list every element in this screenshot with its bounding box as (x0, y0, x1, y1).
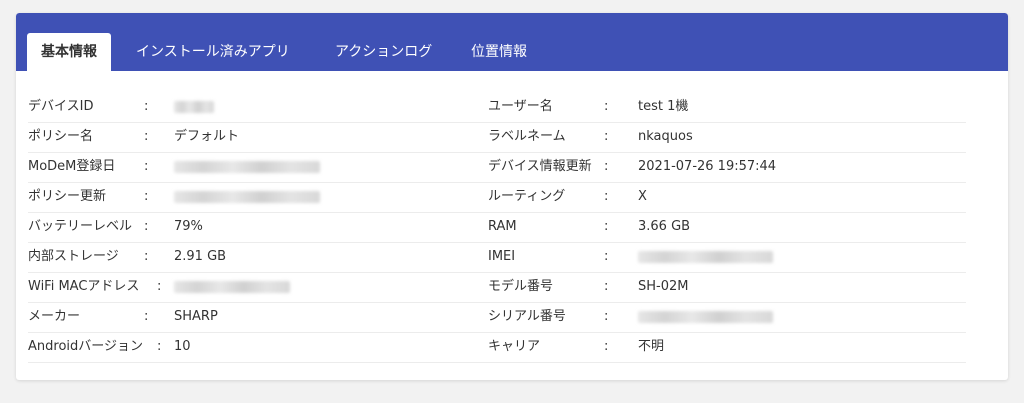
separator: : (604, 219, 609, 234)
field-label: デバイスID (28, 99, 94, 114)
field-label: IMEI (488, 249, 516, 264)
field-label: モデル番号 (488, 279, 554, 294)
field-value: 79% (174, 219, 203, 234)
field-label: 内部ストレージ (28, 249, 119, 264)
field-label: WiFi MACアドレス (28, 279, 140, 294)
field-value: 2021-07-26 19:57:44 (638, 159, 777, 174)
tab-basic-info[interactable]: 基本情報 (27, 33, 111, 71)
field-value: 不明 (638, 339, 665, 354)
field-wifi-mac-address: WiFi MACアドレス : (28, 273, 506, 303)
field-value: test 1機 (638, 99, 689, 114)
field-carrier: キャリア : 不明 (488, 333, 966, 363)
field-label-name: ラベルネーム : nkaquos (488, 123, 966, 153)
field-label: ルーティング (488, 189, 566, 204)
separator: : (157, 339, 162, 354)
field-value: 10 (174, 339, 191, 354)
separator: : (144, 99, 149, 114)
separator: : (604, 99, 609, 114)
field-device-info-update: デバイス情報更新 : 2021-07-26 19:57:44 (488, 153, 966, 183)
separator: : (144, 219, 149, 234)
field-ram: RAM : 3.66 GB (488, 213, 966, 243)
field-label: デバイス情報更新 (488, 159, 592, 174)
separator: : (144, 249, 149, 264)
field-label: シリアル番号 (488, 309, 566, 324)
field-manufacturer: メーカー : SHARP (28, 303, 506, 333)
separator: : (144, 159, 149, 174)
field-policy-update: ポリシー更新 : (28, 183, 506, 213)
separator: : (604, 339, 609, 354)
field-label: ポリシー更新 (28, 189, 107, 204)
field-user-name: ユーザー名 : test 1機 (488, 93, 966, 123)
redacted-value (174, 281, 290, 293)
info-column-right: ユーザー名 : test 1機 ラベルネーム : nkaquos デバイス情報更… (488, 93, 966, 363)
separator: : (604, 189, 609, 204)
separator: : (604, 309, 609, 324)
field-device-id: デバイスID : (28, 93, 506, 123)
field-internal-storage: 内部ストレージ : 2.91 GB (28, 243, 506, 273)
field-value: nkaquos (638, 129, 693, 144)
field-label: Androidバージョン (28, 339, 144, 354)
separator: : (604, 249, 609, 264)
field-imei: IMEI : (488, 243, 966, 273)
tab-bar: 基本情報 インストール済みアプリ アクションログ 位置情報 (16, 13, 1008, 71)
field-value: X (638, 189, 647, 204)
field-modem-registration-date: MoDeM登録日 : (28, 153, 506, 183)
tab-action-log[interactable]: アクションログ (321, 33, 446, 71)
field-rooting: ルーティング : X (488, 183, 966, 213)
device-info-card: 基本情報 インストール済みアプリ アクションログ 位置情報 デバイスID : ポ… (16, 13, 1008, 380)
field-label: RAM (488, 219, 517, 234)
field-battery-level: バッテリーレベル : 79% (28, 213, 506, 243)
field-android-version: Androidバージョン : 10 (28, 333, 506, 363)
tab-installed-apps[interactable]: インストール済みアプリ (122, 33, 304, 71)
field-model-number: モデル番号 : SH-02M (488, 273, 966, 303)
field-label: メーカー (28, 309, 81, 324)
field-policy-name: ポリシー名 : デフォルト (28, 123, 506, 153)
field-value: SH-02M (638, 279, 689, 294)
field-label: バッテリーレベル (28, 219, 133, 234)
separator: : (604, 129, 609, 144)
separator: : (604, 159, 609, 174)
info-column-left: デバイスID : ポリシー名 : デフォルト MoDeM登録日 : ポリシー更新… (28, 93, 506, 363)
separator: : (144, 129, 149, 144)
field-label: ポリシー名 (28, 129, 94, 144)
redacted-value (638, 311, 773, 323)
field-serial-number: シリアル番号 : (488, 303, 966, 333)
redacted-value (174, 191, 320, 203)
field-label: ユーザー名 (488, 99, 553, 114)
separator: : (604, 279, 609, 294)
tab-location[interactable]: 位置情報 (457, 33, 541, 71)
separator: : (144, 309, 149, 324)
field-value: SHARP (174, 309, 218, 324)
field-label: MoDeM登録日 (28, 159, 116, 174)
field-label: ラベルネーム (488, 129, 566, 144)
separator: : (157, 279, 162, 294)
field-label: キャリア (488, 339, 541, 354)
field-value: 3.66 GB (638, 219, 691, 234)
separator: : (144, 189, 149, 204)
redacted-value (638, 251, 773, 263)
redacted-value (174, 161, 320, 173)
field-value: デフォルト (174, 129, 240, 144)
field-value: 2.91 GB (174, 249, 227, 264)
redacted-value (174, 101, 214, 113)
